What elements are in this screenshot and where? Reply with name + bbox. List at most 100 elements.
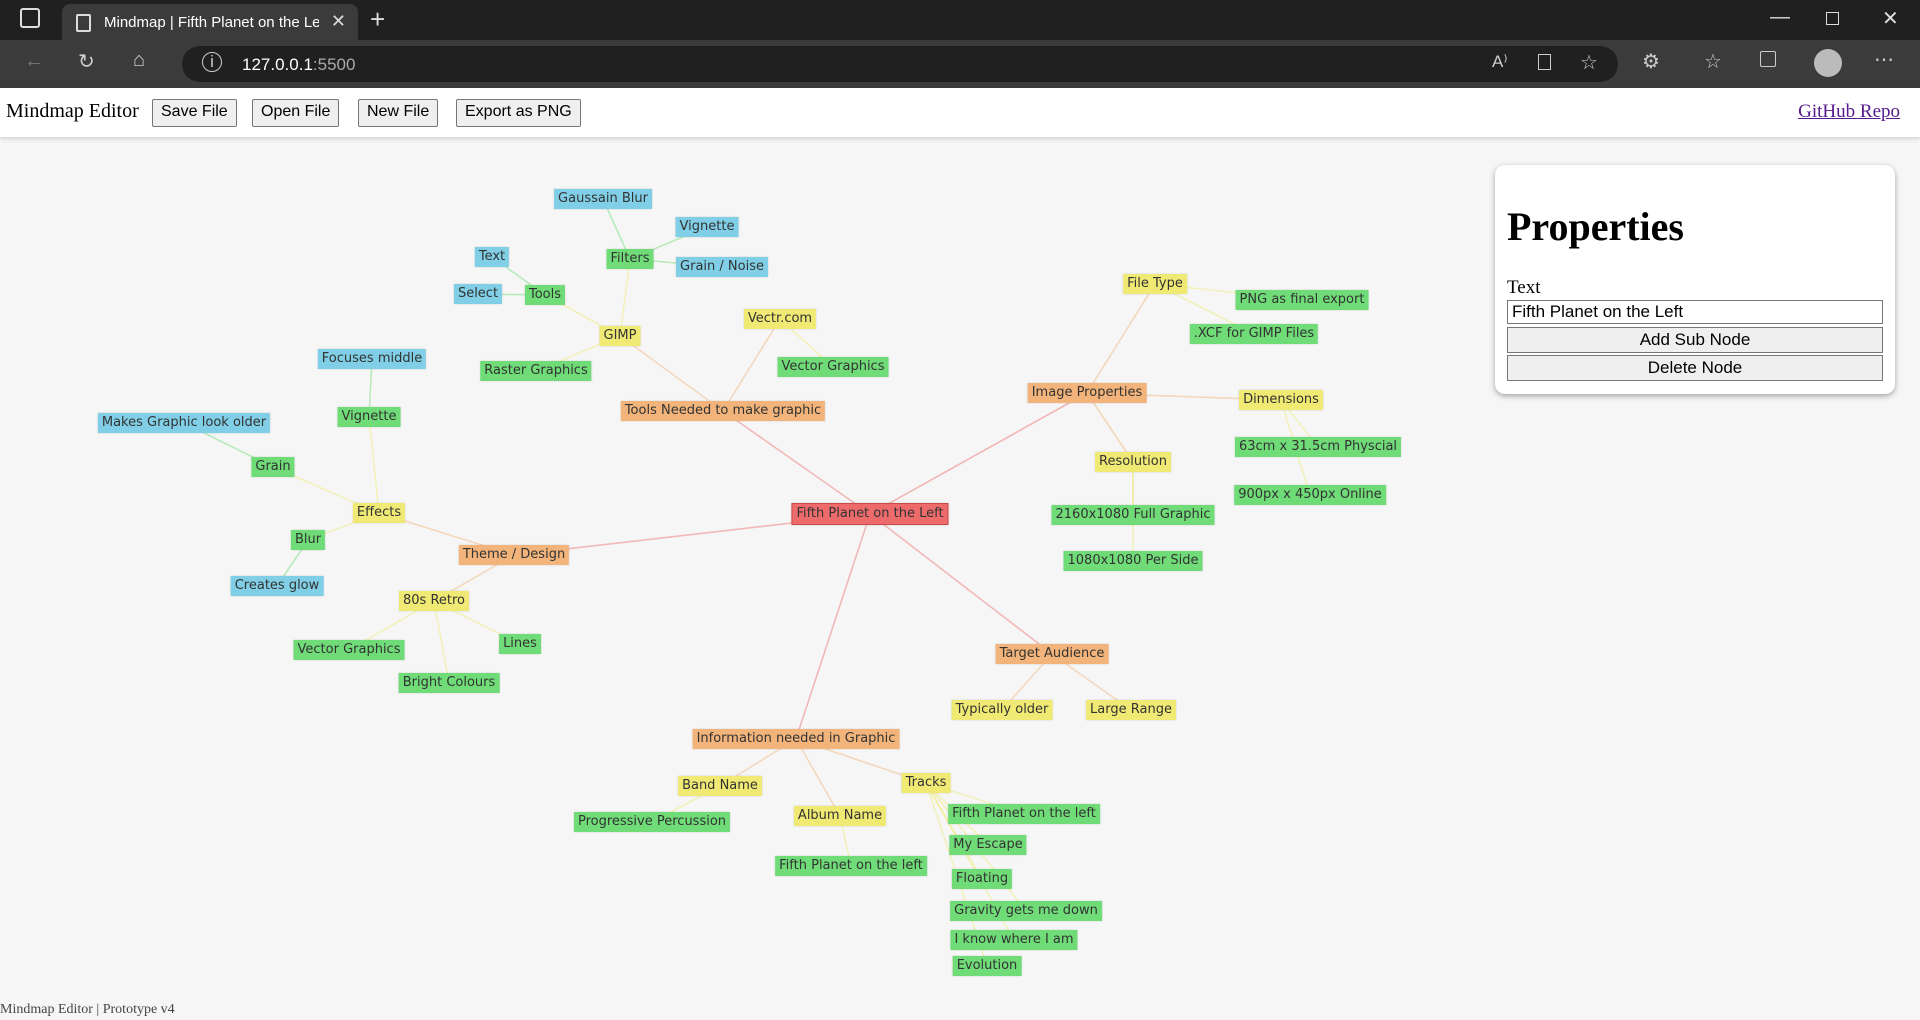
tab-title: Mindmap | Fifth Planet on the Left: [104, 13, 319, 31]
mindmap-node[interactable]: Select: [453, 284, 503, 304]
edge-gimp-filters: [619, 258, 631, 337]
mindmap-node[interactable]: Floating: [951, 869, 1013, 889]
close-window-icon[interactable]: ✕: [1882, 6, 1899, 31]
mindmap-node[interactable]: Bright Colours: [398, 673, 500, 693]
mindmap-node[interactable]: Vector Graphics: [293, 640, 405, 660]
new-tab-icon[interactable]: +: [370, 4, 385, 35]
edge-root-target: [869, 513, 1053, 655]
mindmap-node[interactable]: 1080x1080 Per Side: [1063, 551, 1203, 571]
page-icon: [76, 14, 91, 32]
browser-tab-bar: Mindmap | Fifth Planet on the Left ✕ + —…: [0, 0, 1920, 40]
mindmap-node[interactable]: Tracks: [901, 773, 951, 793]
extensions-icon[interactable]: ⚙: [1642, 49, 1660, 74]
edge-root-tools: [722, 410, 871, 515]
mindmap-node[interactable]: 80s Retro: [398, 591, 470, 611]
refresh-icon[interactable]: ↻: [78, 49, 95, 74]
mindmap-node[interactable]: Tools: [524, 285, 566, 305]
mindmap-node[interactable]: GIMP: [599, 326, 641, 346]
browser-nav-bar: ← ↻ ⌂ i 127.0.0.1:5500 A⁾ ☆ ⚙ ☆ ⋯: [0, 40, 1920, 88]
mindmap-node[interactable]: Gravity gets me down: [950, 901, 1102, 921]
browser-tab[interactable]: Mindmap | Fifth Planet on the Left ✕: [62, 4, 358, 40]
mindmap-node[interactable]: 2160x1080 Full Graphic: [1051, 505, 1215, 525]
edge-root-image: [869, 392, 1088, 515]
favorites-icon[interactable]: ☆: [1704, 49, 1722, 74]
mindmap-node[interactable]: Evolution: [952, 956, 1022, 976]
avatar[interactable]: [1814, 49, 1842, 77]
edge-tools-vectr: [722, 318, 781, 412]
reader-icon[interactable]: [1538, 54, 1551, 70]
save-file-button[interactable]: Save File: [152, 99, 237, 127]
edge-retro-bright: [433, 600, 450, 684]
mindmap-node[interactable]: Progressive Percussion: [573, 812, 731, 832]
mindmap-node[interactable]: Large Range: [1086, 700, 1176, 720]
mindmap-node[interactable]: Creates glow: [230, 576, 324, 596]
mindmap-node[interactable]: Vignette: [337, 407, 401, 427]
export-png-button[interactable]: Export as PNG: [456, 99, 581, 127]
properties-heading: Properties: [1507, 204, 1684, 249]
mindmap-node[interactable]: Tools Needed to make graphic: [620, 401, 826, 421]
mindmap-node[interactable]: Blur: [290, 530, 326, 550]
mindmap-node[interactable]: PNG as final export: [1235, 290, 1369, 310]
new-file-button[interactable]: New File: [358, 99, 439, 127]
footer-text: Mindmap Editor | Prototype v4: [0, 1002, 175, 1017]
mindmap-node[interactable]: My Escape: [949, 835, 1027, 855]
mindmap-node[interactable]: Theme / Design: [458, 545, 570, 565]
mindmap-node[interactable]: 900px x 450px Online: [1234, 485, 1386, 505]
read-aloud-icon[interactable]: A⁾: [1492, 52, 1508, 72]
edge-image-ftype: [1086, 283, 1156, 394]
tab-actions-icon[interactable]: [20, 8, 40, 28]
info-icon[interactable]: i: [202, 52, 222, 72]
edge-tools-gimp: [619, 335, 724, 412]
mindmap-root-node[interactable]: Fifth Planet on the Left: [791, 503, 949, 525]
mindmap-node[interactable]: Raster Graphics: [480, 361, 592, 381]
mindmap-node[interactable]: Grain: [251, 457, 295, 477]
favorite-add-icon[interactable]: ☆: [1580, 50, 1598, 75]
mindmap-node[interactable]: Text: [474, 247, 510, 267]
mindmap-node[interactable]: 63cm x 31.5cm Physcial: [1234, 437, 1402, 457]
text-label: Text: [1507, 277, 1541, 298]
edge-info-album: [795, 738, 841, 817]
mindmap-node[interactable]: Lines: [499, 634, 541, 654]
mindmap-node[interactable]: Fifth Planet on the left: [948, 804, 1100, 824]
properties-panel: Properties Text Add Sub Node Delete Node: [1495, 165, 1895, 394]
edge-effects-vign2: [368, 416, 380, 514]
address-bar[interactable]: i 127.0.0.1:5500 A⁾ ☆: [182, 46, 1618, 82]
minimize-icon[interactable]: —: [1770, 6, 1790, 29]
mindmap-node[interactable]: Focuses middle: [317, 349, 427, 369]
mindmap-node[interactable]: Resolution: [1095, 452, 1171, 472]
url-text: 127.0.0.1:5500: [242, 55, 356, 74]
close-tab-icon[interactable]: ✕: [331, 11, 346, 32]
node-text-input[interactable]: [1507, 300, 1883, 324]
mindmap-node[interactable]: Vectr.com: [743, 309, 817, 329]
restore-icon[interactable]: [1826, 12, 1839, 25]
mindmap-node[interactable]: Vignette: [675, 217, 739, 237]
mindmap-node[interactable]: Makes Graphic look older: [97, 413, 271, 433]
back-icon[interactable]: ←: [24, 50, 44, 73]
more-icon[interactable]: ⋯: [1874, 47, 1894, 72]
open-file-button[interactable]: Open File: [252, 99, 340, 127]
app-title: Mindmap Editor: [6, 100, 139, 122]
mindmap-node[interactable]: Effects: [352, 503, 406, 523]
mindmap-node[interactable]: Fifth Planet on the left: [775, 856, 927, 876]
collections-icon[interactable]: [1760, 51, 1776, 67]
add-sub-node-button[interactable]: Add Sub Node: [1507, 327, 1883, 353]
delete-node-button[interactable]: Delete Node: [1507, 355, 1883, 381]
mindmap-node[interactable]: Gaussain Blur: [554, 189, 652, 209]
mindmap-node[interactable]: Grain / Noise: [676, 257, 768, 277]
mindmap-node[interactable]: Band Name: [678, 776, 762, 796]
mindmap-node[interactable]: File Type: [1123, 274, 1187, 294]
app-toolbar: Mindmap Editor Save File Open File New F…: [0, 88, 1920, 137]
mindmap-node[interactable]: Typically older: [951, 700, 1053, 720]
mindmap-node[interactable]: .XCF for GIMP Files: [1189, 324, 1319, 344]
mindmap-node[interactable]: Image Properties: [1027, 383, 1147, 403]
mindmap-node[interactable]: Vector Graphics: [777, 357, 889, 377]
mindmap-node[interactable]: Information needed in Graphic: [692, 729, 900, 749]
mindmap-node[interactable]: Filters: [606, 249, 654, 269]
edge-root-info: [795, 513, 871, 740]
github-repo-link[interactable]: GitHub Repo: [1798, 101, 1900, 123]
home-icon[interactable]: ⌂: [133, 49, 145, 72]
mindmap-node[interactable]: I know where I am: [950, 930, 1078, 950]
mindmap-node[interactable]: Dimensions: [1239, 390, 1323, 410]
mindmap-node[interactable]: Album Name: [793, 806, 887, 826]
mindmap-node[interactable]: Target Audience: [995, 644, 1109, 664]
